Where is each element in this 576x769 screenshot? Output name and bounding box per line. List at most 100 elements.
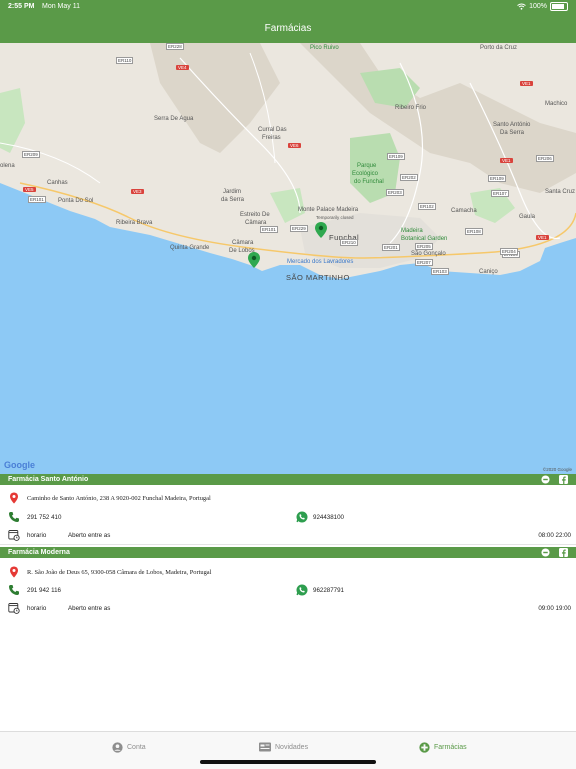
facebook-icon[interactable] (559, 475, 568, 484)
road-label: ER109 (488, 175, 506, 182)
news-icon (259, 742, 271, 752)
road-shield: VE3 (131, 189, 144, 194)
plus-circle-icon (419, 742, 430, 753)
status-date: Mon May 11 (42, 3, 80, 10)
opening-hours: 08:00 22:00 (538, 532, 571, 539)
road-label: ER229 (290, 225, 308, 232)
phone-icon[interactable] (8, 584, 20, 596)
calendar-clock-icon (8, 603, 20, 614)
pharmacy-name: Farmácia Santo António (8, 476, 89, 483)
pharmacy-map-pin[interactable] (315, 222, 327, 238)
google-logo: Google (4, 460, 35, 470)
road-label: ER107 (491, 190, 509, 197)
status-time: 2:55 PM (8, 3, 35, 10)
map-label-botanical-1: Madeira (401, 228, 423, 234)
map-label-monte-palace: Monte Palace Madeira (298, 207, 359, 213)
road-shield: VE4 (176, 65, 189, 70)
road-label: ER228 (166, 43, 184, 50)
whatsapp-icon[interactable] (296, 511, 308, 523)
pharmacy-whatsapp[interactable]: 924438100 (313, 514, 344, 521)
road-label: ER209 (22, 151, 40, 158)
map-label-porto-da-cruz: Porto da Cruz (480, 45, 518, 51)
map-label-ponta-do-sol: Ponta Do Sol (58, 198, 94, 204)
pharmacy-map-pin[interactable] (248, 252, 260, 268)
map-label-sao-goncalo: São Gonçalo (411, 251, 446, 257)
road-label: ER203 (386, 189, 404, 196)
road-label: ER103 (431, 268, 449, 275)
map-label-canico: Caniço (479, 269, 498, 275)
map-label-calheta-edge: olena (0, 163, 15, 169)
map-label-jardim-1: Jardim (223, 189, 242, 195)
road-label: ER110 (116, 57, 134, 64)
phone-icon[interactable] (8, 511, 20, 523)
location-pin-icon (10, 566, 18, 578)
home-indicator[interactable] (200, 760, 376, 764)
pharmacy-name: Farmácia Moderna (8, 549, 70, 556)
road-label: ER108 (465, 228, 483, 235)
pharmacy-phone[interactable]: 291 942 116 (27, 587, 61, 594)
map-label-estreito-1: Estreito De (240, 212, 270, 218)
pharmacy-address-row: R. São João de Deus 65, 9300-058 Câmara … (0, 565, 576, 579)
road-label: ER207 (415, 259, 433, 266)
nav-bar: Farmácias (0, 14, 576, 43)
map-label-freiras: Freiras (262, 135, 281, 141)
road-label: ER102 (418, 203, 436, 210)
pharmacy-whatsapp[interactable]: 962287791 (313, 587, 344, 594)
map-label-quinta-grande: Quinta Grande (170, 245, 210, 251)
pharmacy-header: Farmácia Moderna (0, 547, 576, 558)
tab-farmacias[interactable]: Farmácias (419, 742, 467, 753)
map-label-curral: Curral Das (258, 127, 287, 133)
road-label: ER101 (260, 226, 278, 233)
road-label: ER204 (500, 248, 518, 255)
info-icon[interactable] (541, 548, 550, 557)
map-label-ribeira-brava: Ribeira Brava (116, 220, 153, 226)
road-shield: VE6 (288, 143, 301, 148)
map-label-sao-martinho: SÃO MARTINHO (286, 273, 350, 282)
pharmacy-header: Farmácia Santo António (0, 474, 576, 485)
map-label-camacha: Camacha (451, 208, 477, 214)
opening-hours: 09:00 19:00 (538, 605, 571, 612)
map-label-da-serra: Da Serra (500, 130, 525, 136)
map-label-parque-3: do Funchal (354, 179, 384, 185)
map-label-ribeiro-frio: Ribeiro Frio (395, 105, 427, 111)
whatsapp-icon[interactable] (296, 584, 308, 596)
tab-label: Farmácias (434, 744, 467, 751)
map-label-machico: Machico (545, 101, 568, 107)
pharmacy-address-row: Caminho de Santo António, 238 A 9020-002… (0, 491, 576, 505)
facebook-icon[interactable] (559, 548, 568, 557)
schedule-label: horario (27, 605, 47, 612)
pharmacy-contact-row: 291 942 116 962287791 (0, 583, 576, 597)
tab-label: Novidades (275, 743, 309, 751)
tab-novidades[interactable]: Novidades (259, 742, 308, 752)
road-shield: VE1 (500, 158, 513, 163)
status-right: 100% (517, 2, 568, 11)
tab-label: Conta (127, 744, 146, 751)
wifi-icon (517, 3, 526, 10)
info-icon[interactable] (541, 475, 550, 484)
map-label-santo-antonio: Santo António (493, 122, 531, 128)
tab-conta[interactable]: Conta (112, 742, 146, 753)
open-label: Aberto entre as (68, 605, 111, 612)
pharmacy-hours-row: horario Aberto entre as 09:00 19:00 (0, 601, 576, 615)
pharmacy-hours-row: horario Aberto entre as 08:00 22:00 (0, 528, 576, 542)
page-title: Farmácias (264, 23, 312, 34)
road-label: ER101 (28, 196, 46, 203)
road-label: ER202 (400, 174, 418, 181)
map-label-parque-1: Parque (357, 163, 377, 169)
road-shield: VE1 (520, 81, 533, 86)
road-shield: VE1 (536, 235, 549, 240)
road-label: ER206 (536, 155, 554, 162)
map-label-monte-sub: Temporarily closed (316, 215, 354, 220)
road-label: ER109 (387, 153, 405, 160)
map-view[interactable]: Pico Ruivo Porto da Cruz Machico Serra D… (0, 43, 576, 474)
pharmacy-address: Caminho de Santo António, 238 A 9020-002… (27, 495, 211, 502)
map-label-santa-cruz: Santa Cruz (545, 189, 576, 195)
map-label-canhas: Canhas (47, 180, 68, 186)
pharmacy-phone[interactable]: 291 752 410 (27, 514, 61, 521)
map-label-serra-de-agua: Serra De Agua (154, 116, 194, 122)
road-label: ER201 (382, 244, 400, 251)
battery-percent: 100% (529, 3, 547, 10)
divider (0, 544, 576, 545)
person-icon (112, 742, 123, 753)
pharmacy-address: R. São João de Deus 65, 9300-058 Câmara … (27, 569, 212, 576)
